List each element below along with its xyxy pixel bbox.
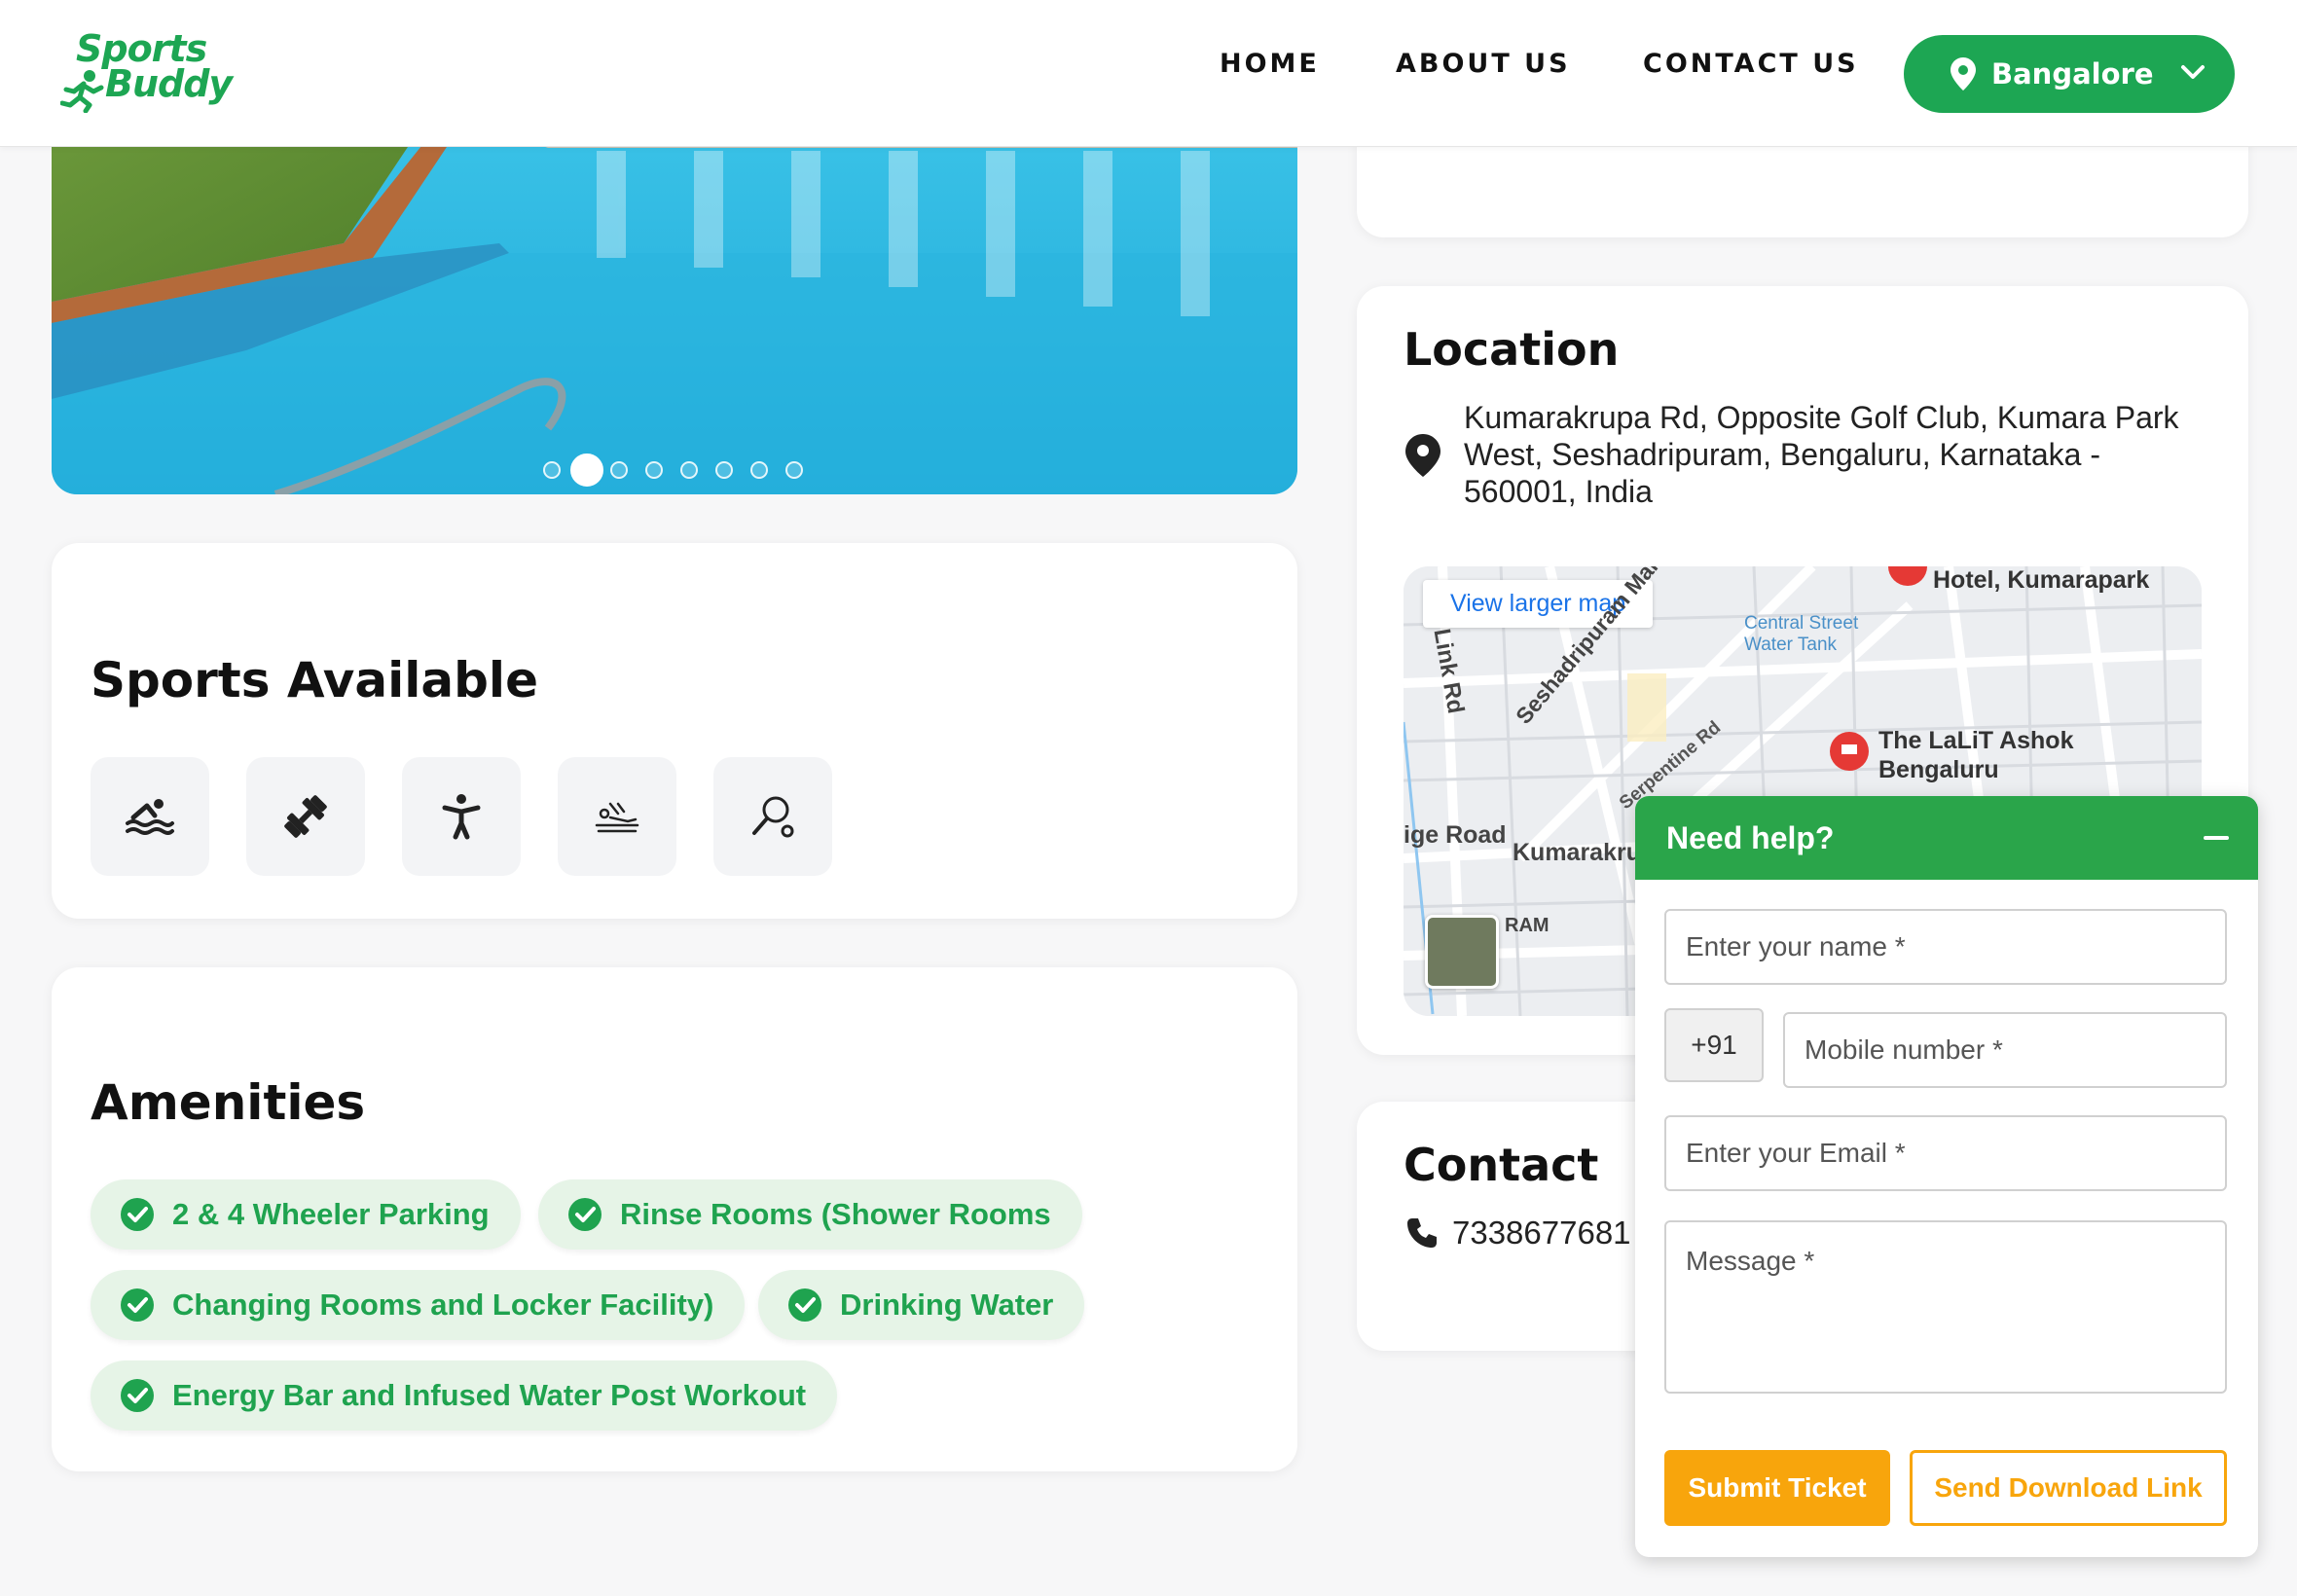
runner-icon — [60, 70, 104, 113]
map-label-bridge-road: ige Road — [1404, 821, 1507, 849]
amenity-chip: Energy Bar and Infused Water Post Workou… — [91, 1360, 838, 1431]
venue-image-carousel[interactable] — [52, 97, 1297, 494]
amenity-chip: Drinking Water — [758, 1270, 1085, 1340]
amenity-label: 2 & 4 Wheeler Parking — [172, 1197, 490, 1231]
check-circle-icon — [568, 1198, 602, 1231]
location-pin-icon — [1951, 57, 1976, 91]
city-name: Bangalore — [1991, 57, 2154, 91]
carousel-dots — [52, 453, 1297, 487]
amenity-label: Drinking Water — [840, 1288, 1054, 1322]
chevron-down-icon — [2181, 65, 2205, 79]
amenity-label: Rinse Rooms (Shower Rooms — [620, 1197, 1051, 1231]
name-input[interactable]: Enter your name * — [1664, 909, 2227, 985]
nav-home[interactable]: HOME — [1220, 49, 1320, 79]
carousel-dot[interactable] — [645, 461, 663, 479]
mobile-input[interactable]: Mobile number * — [1783, 1012, 2227, 1088]
map-label-water-tank: Central Street Water Tank — [1744, 613, 1859, 655]
help-widget: Need help? Enter your name * +91 Mobile … — [1635, 796, 2258, 1557]
map-label-kumarakrupa: Kumarakru — [1513, 839, 1641, 866]
amenity-label: Energy Bar and Infused Water Post Workou… — [172, 1378, 807, 1412]
carousel-dot[interactable] — [610, 461, 628, 479]
help-widget-header[interactable]: Need help? — [1635, 796, 2258, 880]
pool-photo — [52, 97, 1297, 494]
amenities-card: Amenities 2 & 4 Wheeler Parking Rinse Ro… — [52, 967, 1297, 1471]
location-pin-icon — [1405, 434, 1440, 477]
map-label-ram: RAM — [1505, 915, 1550, 936]
country-code[interactable]: +91 — [1664, 1008, 1764, 1082]
sport-tile-racquet[interactable] — [713, 757, 832, 876]
racquet-icon — [752, 796, 794, 838]
nav-about-us[interactable]: ABOUT US — [1396, 49, 1571, 79]
amenities-title: Amenities — [91, 1074, 366, 1131]
dumbbell-icon — [284, 795, 327, 838]
carousel-dot-active[interactable] — [570, 453, 603, 487]
sport-tile-fitness[interactable] — [402, 757, 521, 876]
send-download-link-button[interactable]: Send Download Link — [1910, 1450, 2227, 1526]
sport-tile-gym[interactable] — [246, 757, 365, 876]
amenity-chip: 2 & 4 Wheeler Parking — [91, 1179, 521, 1250]
fitness-person-icon — [442, 794, 481, 840]
submit-ticket-button[interactable]: Submit Ticket — [1664, 1450, 1890, 1526]
sports-available-card: Sports Available — [52, 543, 1297, 919]
carousel-dot[interactable] — [680, 461, 698, 479]
sport-tile-swimming[interactable] — [91, 757, 209, 876]
swimming-icon — [126, 799, 174, 835]
venue-address: Kumarakrupa Rd, Opposite Golf Club, Kuma… — [1464, 400, 2179, 509]
amenity-chip: Changing Rooms and Locker Facility) — [91, 1270, 746, 1340]
check-circle-icon — [121, 1379, 154, 1412]
carousel-dot[interactable] — [715, 461, 733, 479]
sport-tile-massage[interactable] — [558, 757, 676, 876]
amenity-chip: Rinse Rooms (Shower Rooms — [538, 1179, 1082, 1250]
map-label-hotel: Hotel, Kumarapark — [1933, 566, 2150, 594]
site-header: Sports Buddy HOME ABOUT US CONTACT US Ba… — [0, 0, 2297, 147]
check-circle-icon — [788, 1288, 821, 1322]
minimize-icon[interactable] — [2204, 836, 2229, 840]
phone-icon — [1407, 1218, 1437, 1248]
carousel-dot[interactable] — [750, 461, 768, 479]
city-selector[interactable]: Bangalore — [1904, 35, 2235, 113]
carousel-dot[interactable] — [785, 461, 803, 479]
help-title: Need help? — [1666, 819, 1835, 855]
sports-available-title: Sports Available — [91, 652, 538, 708]
sportsbuddy-logo[interactable]: Sports Buddy — [60, 25, 233, 113]
check-circle-icon — [121, 1288, 154, 1322]
check-circle-icon — [121, 1198, 154, 1231]
satellite-toggle-thumbnail[interactable] — [1425, 915, 1499, 989]
contact-title: Contact — [1404, 1139, 1599, 1191]
massage-icon — [595, 802, 639, 833]
map-label-lalit: The LaLiT Ashok Bengaluru — [1878, 727, 2074, 783]
carousel-dot[interactable] — [543, 461, 561, 479]
nav-contact-us[interactable]: CONTACT US — [1643, 49, 1859, 79]
email-input[interactable]: Enter your Email * — [1664, 1115, 2227, 1191]
contact-phone[interactable]: 7338677681 — [1452, 1215, 1631, 1251]
message-textarea[interactable]: Message * — [1664, 1220, 2227, 1394]
location-title: Location — [1404, 323, 1620, 376]
logo-text-buddy: Buddy — [105, 62, 233, 105]
amenity-label: Changing Rooms and Locker Facility) — [172, 1288, 714, 1322]
